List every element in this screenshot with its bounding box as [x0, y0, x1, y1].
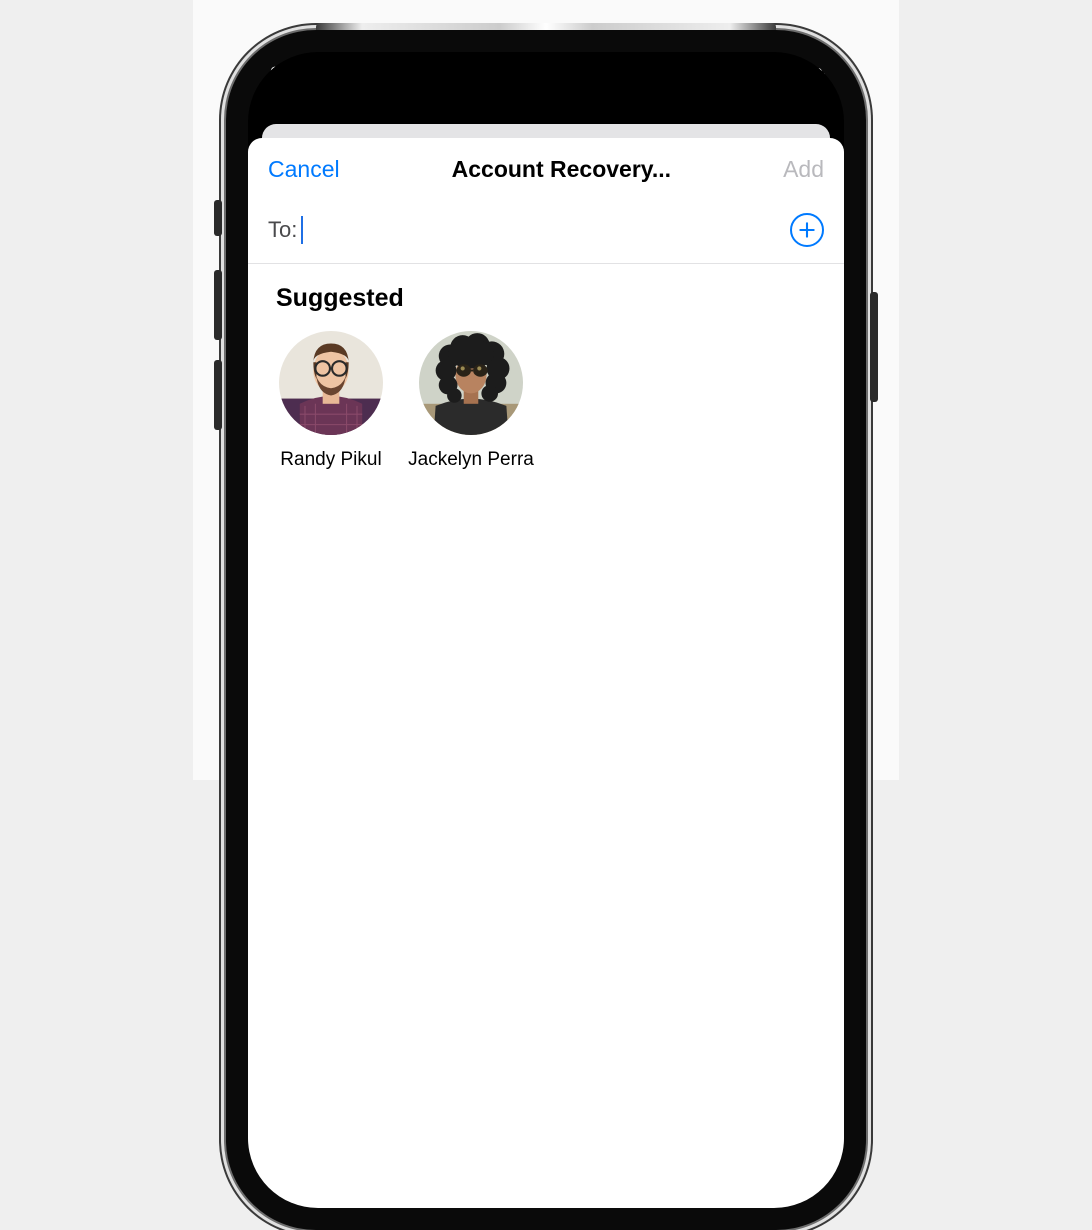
- volume-down-button: [214, 360, 222, 430]
- phone-frame: 9:41: [226, 30, 866, 1230]
- contact-name: Randy Pikul: [280, 449, 381, 471]
- nav-bar: Cancel Account Recovery... Add: [248, 138, 844, 199]
- suggested-contact[interactable]: Jackelyn Perra: [416, 331, 526, 471]
- to-row: To:: [248, 199, 844, 264]
- cancel-button[interactable]: Cancel: [268, 156, 340, 183]
- silence-switch: [214, 200, 222, 236]
- page-title: Account Recovery...: [452, 156, 671, 183]
- suggested-contact[interactable]: Randy Pikul: [276, 331, 386, 471]
- contact-name: Jackelyn Perra: [408, 449, 534, 471]
- suggested-section: Suggested: [248, 264, 844, 491]
- to-label: To:: [268, 217, 297, 243]
- add-contact-button[interactable]: [790, 213, 824, 247]
- modal-sheet: Cancel Account Recovery... Add To:: [248, 138, 844, 1208]
- plus-circle-icon: [797, 220, 817, 240]
- add-button[interactable]: Add: [783, 156, 824, 183]
- to-input[interactable]: [303, 217, 790, 243]
- avatar: [419, 331, 523, 435]
- phone-top-edge: [316, 23, 776, 30]
- avatar: [279, 331, 383, 435]
- suggested-list: Randy Pikul: [276, 331, 816, 471]
- volume-up-button: [214, 270, 222, 340]
- phone-screen: Cancel Account Recovery... Add To:: [248, 52, 844, 1208]
- content-panel: 9:41: [193, 0, 899, 780]
- power-button: [870, 292, 878, 402]
- suggested-heading: Suggested: [276, 284, 816, 313]
